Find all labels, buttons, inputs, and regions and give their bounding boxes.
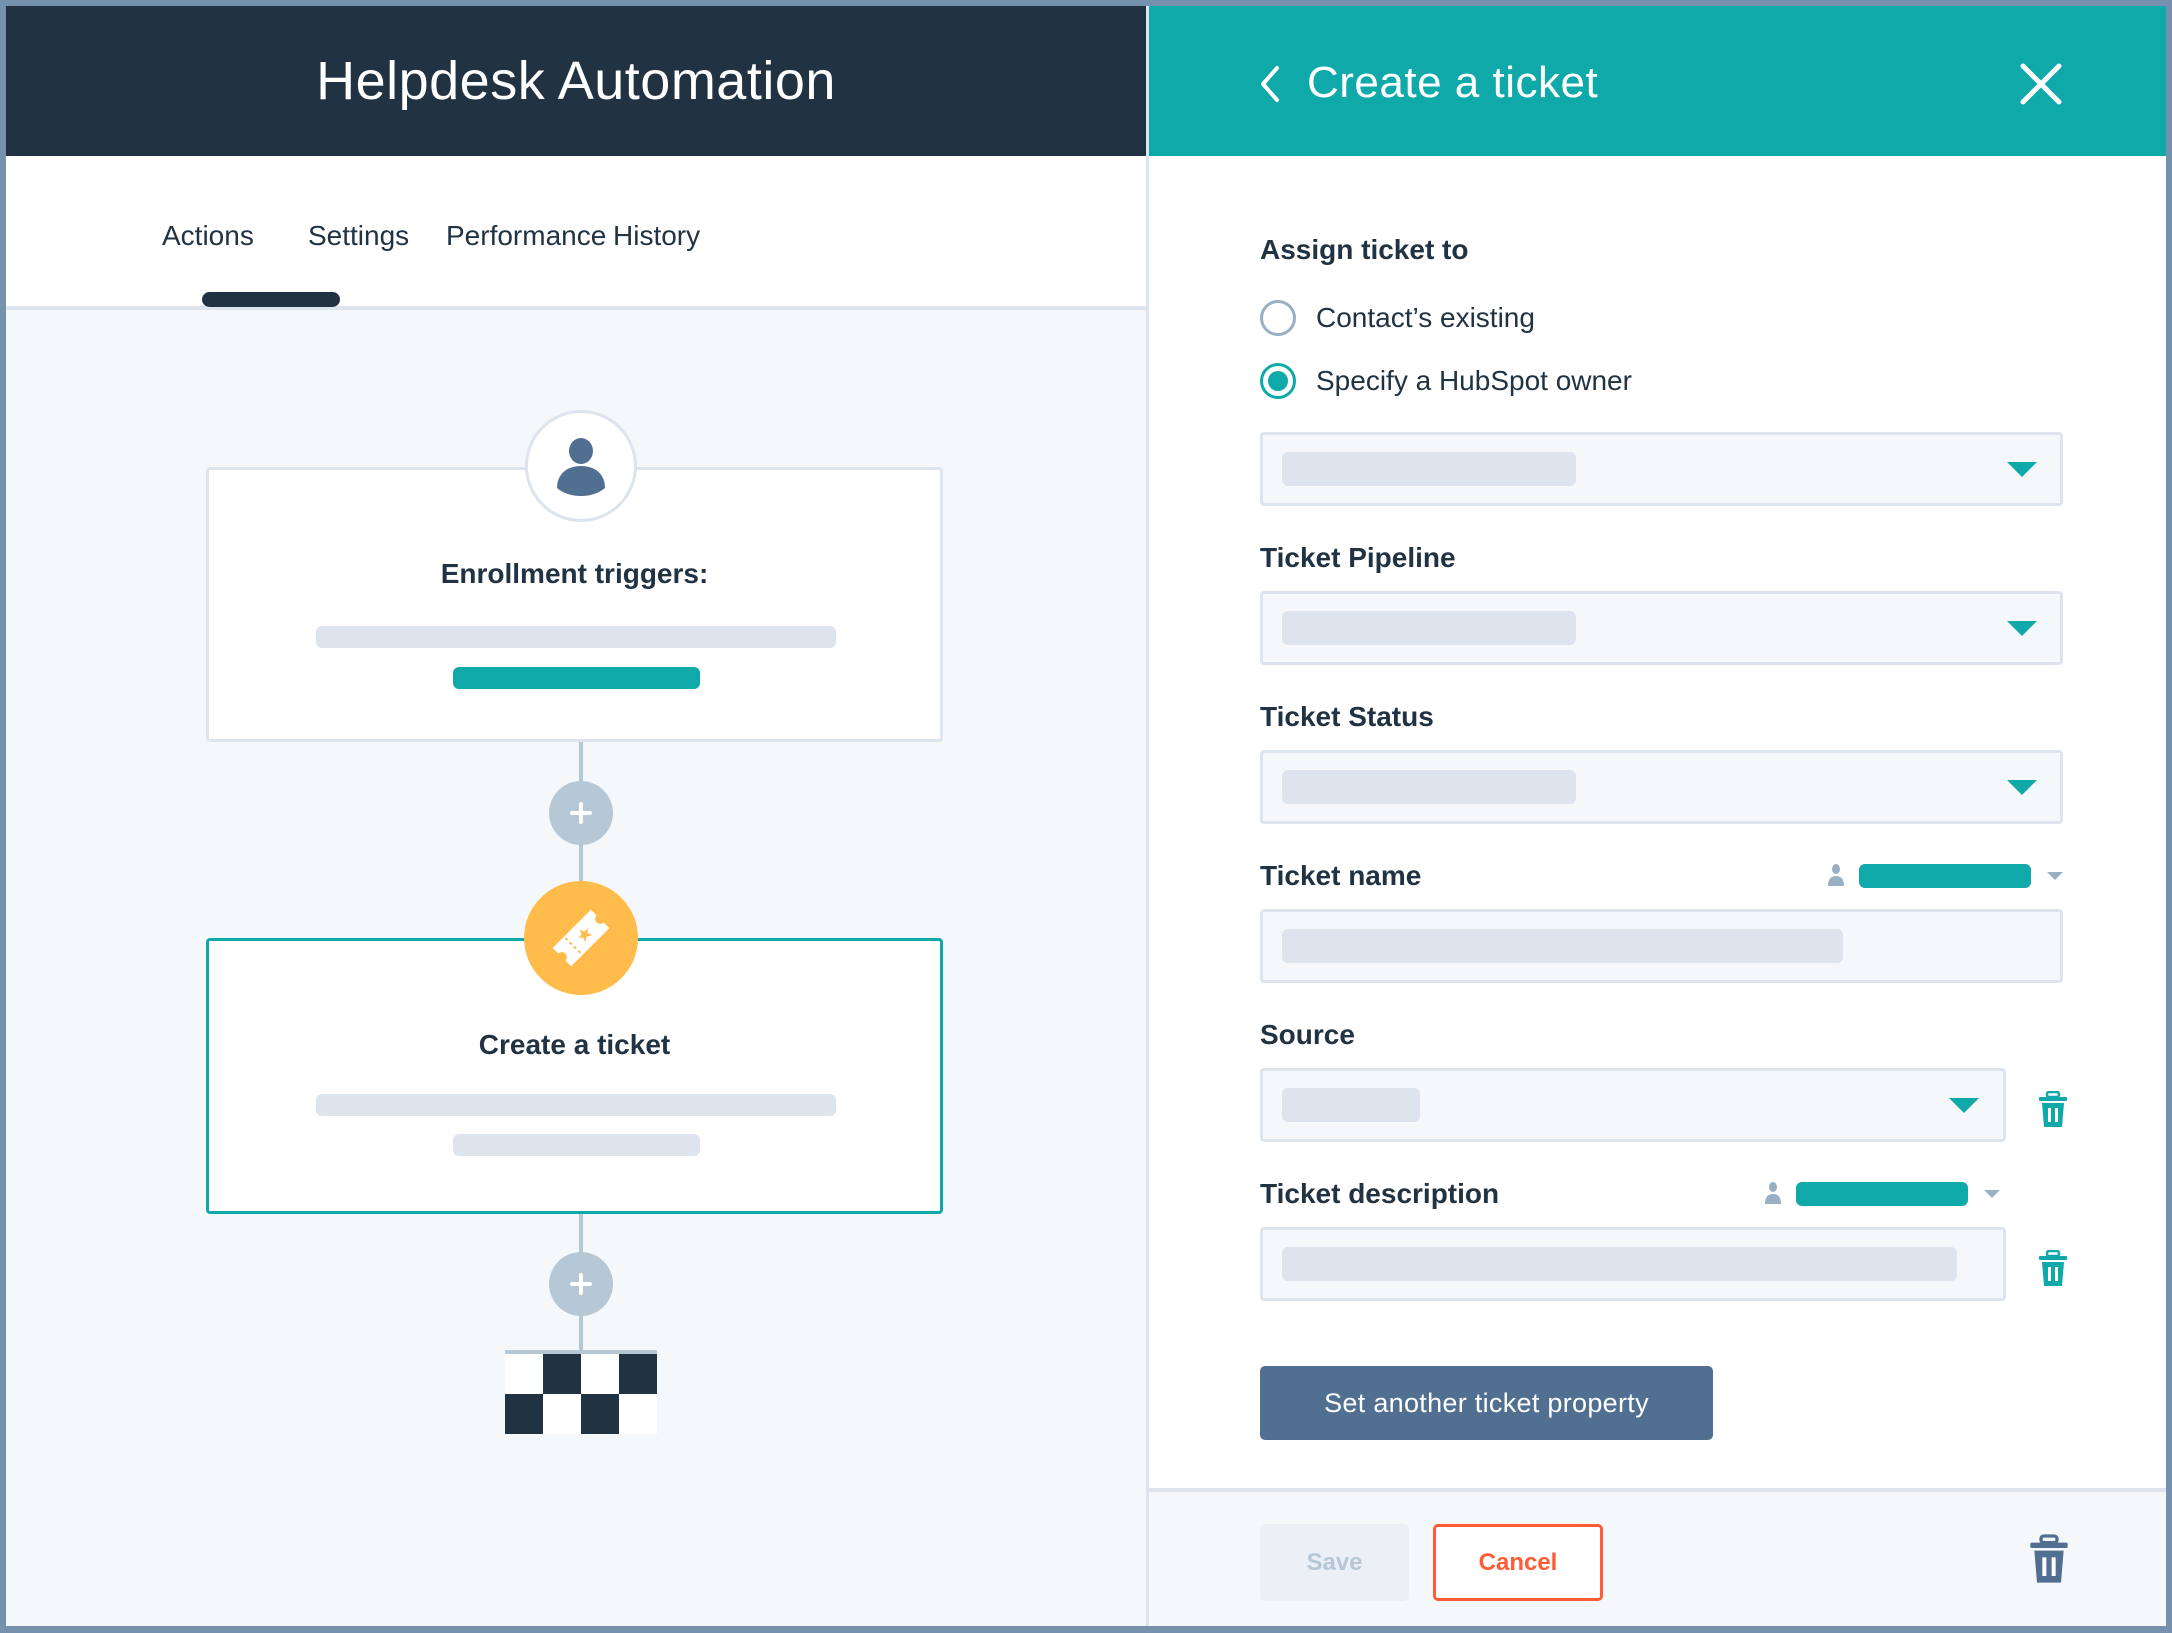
pipeline-label: Ticket Pipeline	[1260, 542, 1456, 573]
radio-contacts-existing[interactable]: Contact’s existing	[1260, 300, 1535, 336]
add-action-button[interactable]	[549, 1252, 613, 1316]
add-action-button[interactable]	[549, 781, 613, 845]
action-placeholder-bar-short	[453, 1134, 700, 1156]
pipeline-select[interactable]	[1260, 591, 2063, 665]
trash-icon	[2030, 1534, 2068, 1583]
set-another-property-button[interactable]: Set another ticket property	[1260, 1366, 1713, 1440]
panel-footer: Save Cancel	[1149, 1488, 2166, 1626]
workflow-title: Helpdesk Automation	[316, 51, 836, 111]
plus-icon	[570, 1273, 592, 1295]
save-button[interactable]: Save	[1260, 1524, 1409, 1601]
app-window: Helpdesk Automation Actions Settings Per…	[6, 6, 2166, 1626]
person-icon	[557, 438, 605, 496]
panel-title: Create a ticket	[1307, 58, 1599, 107]
person-icon	[1765, 1182, 1781, 1204]
select-placeholder	[1282, 611, 1576, 645]
tab-performance[interactable]: Performance	[446, 220, 606, 252]
trash-icon	[2039, 1249, 2067, 1286]
radio-checked[interactable]	[1260, 363, 1296, 399]
trigger-filter-bar[interactable]	[453, 667, 700, 689]
trigger-placeholder-bar	[316, 626, 836, 648]
status-label: Ticket Status	[1260, 701, 1434, 732]
input-placeholder	[1282, 929, 1843, 963]
caret-down-icon	[1984, 1190, 2000, 1198]
select-placeholder	[1282, 770, 1576, 804]
select-placeholder	[1282, 1088, 1420, 1122]
delete-description-button[interactable]	[2038, 1249, 2068, 1293]
checkered-flag-icon	[505, 1350, 657, 1434]
token-value	[1796, 1182, 1968, 1206]
token-value	[1859, 864, 2031, 888]
personalization-token-select[interactable]	[1764, 1182, 2000, 1206]
back-button[interactable]	[1249, 62, 1289, 106]
ticket-name-label: Ticket name	[1260, 860, 1422, 891]
action-placeholder-bar	[316, 1094, 836, 1116]
workflow-header: Helpdesk Automation	[6, 6, 1146, 156]
caret-down-icon	[2047, 872, 2063, 880]
caret-down-icon	[2007, 621, 2037, 636]
assign-label: Assign ticket to	[1260, 234, 1469, 265]
cancel-button[interactable]: Cancel	[1433, 1524, 1603, 1601]
caret-down-icon	[1949, 1098, 1979, 1113]
delete-source-button[interactable]	[2038, 1090, 2068, 1134]
action-card-title: Create a ticket	[478, 1029, 671, 1060]
trash-icon	[2039, 1090, 2067, 1127]
plus-icon	[570, 802, 592, 824]
input-placeholder	[1282, 1247, 1957, 1281]
delete-action-button[interactable]	[2029, 1534, 2069, 1591]
source-select[interactable]	[1260, 1068, 2006, 1142]
workflow-panel: Helpdesk Automation Actions Settings Per…	[6, 6, 1146, 1626]
ticket-icon	[552, 909, 610, 967]
source-label: Source	[1260, 1019, 1355, 1050]
description-label: Ticket description	[1260, 1178, 1500, 1209]
select-placeholder	[1282, 452, 1576, 486]
chevron-left-icon	[1261, 66, 1279, 102]
caret-down-icon	[2007, 780, 2037, 795]
tab-settings[interactable]: Settings	[308, 220, 409, 252]
close-button[interactable]	[2015, 58, 2067, 110]
close-icon	[2020, 63, 2062, 105]
enrollment-node	[525, 410, 637, 522]
radio-label: Contact’s existing	[1316, 302, 1535, 333]
radio-label: Specify a HubSpot owner	[1316, 365, 1632, 396]
person-icon	[1828, 864, 1844, 886]
radio-specify-owner[interactable]: Specify a HubSpot owner	[1260, 363, 1632, 399]
active-tab-indicator	[202, 292, 340, 307]
caret-down-icon	[2007, 462, 2037, 477]
owner-select[interactable]	[1260, 432, 2063, 506]
personalization-token-select[interactable]	[1827, 864, 2063, 888]
ticket-name-input[interactable]	[1260, 909, 2063, 983]
description-input[interactable]	[1260, 1227, 2006, 1301]
tab-bar: Actions Settings Performance History	[6, 156, 1146, 310]
panel-header: Create a ticket	[1149, 6, 2166, 156]
status-select[interactable]	[1260, 750, 2063, 824]
tab-actions[interactable]: Actions	[162, 220, 254, 252]
ticket-node	[524, 881, 638, 995]
enrollment-card-title: Enrollment triggers:	[440, 558, 709, 589]
radio-unchecked[interactable]	[1260, 300, 1296, 336]
tab-history[interactable]: History	[613, 220, 700, 252]
create-ticket-panel: Create a ticket Assign ticket to Contact…	[1149, 6, 2166, 1626]
